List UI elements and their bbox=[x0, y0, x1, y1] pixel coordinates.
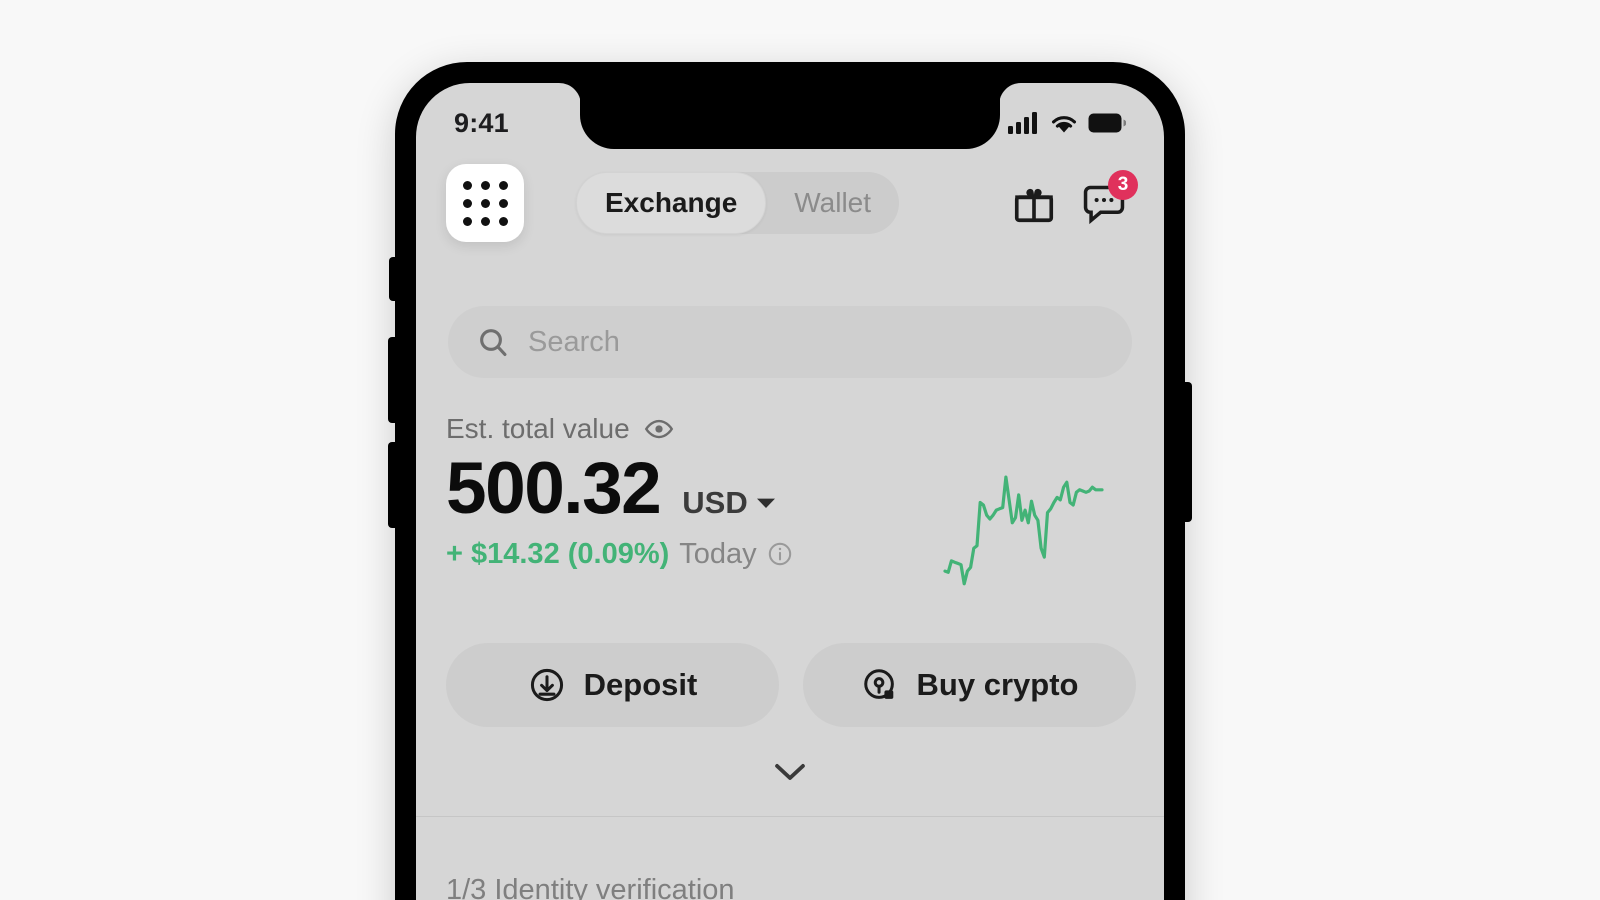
volume-down-button[interactable] bbox=[388, 442, 397, 528]
est-total-label: Est. total value bbox=[446, 413, 630, 444]
segmented-control[interactable]: Exchange Wallet bbox=[576, 172, 900, 234]
apps-grid-button[interactable] bbox=[446, 164, 524, 242]
est-total-row: Est. total value bbox=[446, 413, 1136, 445]
ribbon-bow-graphic bbox=[970, 870, 1160, 900]
messages-button[interactable]: 3 bbox=[1080, 170, 1138, 227]
quick-actions: Deposit Buy crypto bbox=[446, 643, 1136, 727]
volume-up-button[interactable] bbox=[388, 337, 397, 423]
info-circle-icon bbox=[768, 542, 791, 566]
buy-crypto-label: Buy crypto bbox=[916, 667, 1079, 702]
portfolio-sparkline-chart bbox=[941, 468, 1106, 603]
currency-selector[interactable]: USD bbox=[682, 485, 775, 521]
chevron-down-icon bbox=[775, 764, 805, 780]
notch-ear-right bbox=[999, 83, 1021, 105]
change-period: Today bbox=[679, 537, 757, 570]
battery-icon bbox=[1088, 113, 1126, 133]
expand-toggle[interactable] bbox=[416, 761, 1164, 783]
deposit-button[interactable]: Deposit bbox=[446, 643, 779, 727]
search-icon bbox=[480, 329, 507, 357]
total-value: 500.32 bbox=[446, 448, 662, 529]
page-canvas: 9:41 Exchange Wallet 3 Search Est. total… bbox=[0, 0, 1600, 900]
caret-down-icon bbox=[756, 498, 775, 508]
gift-icon bbox=[1014, 188, 1054, 223]
search-input[interactable]: Search bbox=[448, 306, 1132, 378]
buy-crypto-button[interactable]: Buy crypto bbox=[803, 643, 1136, 727]
grid-dots-icon bbox=[462, 180, 508, 226]
message-count-badge: 3 bbox=[1108, 170, 1138, 200]
sparkline-path bbox=[943, 475, 1104, 586]
crypto-pin-icon bbox=[863, 669, 894, 699]
download-circle-icon bbox=[530, 668, 563, 702]
verification-label: 1/3 Identity verification bbox=[446, 874, 735, 900]
change-value: + $14.32 (0.09%) bbox=[446, 537, 670, 570]
currency-code: USD bbox=[682, 485, 748, 520]
verification-section[interactable]: 1/3 Identity verification bbox=[416, 816, 1164, 900]
deposit-label: Deposit bbox=[583, 667, 698, 702]
wifi-icon bbox=[1052, 116, 1076, 133]
tab-exchange[interactable]: Exchange bbox=[576, 172, 767, 234]
status-time: 9:41 bbox=[454, 107, 509, 138]
silence-switch[interactable] bbox=[389, 257, 397, 301]
power-button[interactable] bbox=[1183, 382, 1192, 522]
notch-ear-left bbox=[559, 83, 581, 105]
app-header: Exchange Wallet 3 bbox=[416, 149, 1164, 257]
phone-device-frame: 9:41 Exchange Wallet 3 Search Est. total… bbox=[388, 62, 1192, 900]
search-placeholder: Search bbox=[528, 325, 620, 358]
rewards-button[interactable] bbox=[1010, 179, 1058, 227]
phone-screen: 9:41 Exchange Wallet 3 Search Est. total… bbox=[416, 83, 1164, 900]
cellular-signal-icon bbox=[1008, 112, 1037, 134]
device-notch bbox=[580, 83, 1000, 149]
header-actions: 3 bbox=[1010, 170, 1138, 227]
status-icons bbox=[1008, 112, 1126, 134]
tab-wallet[interactable]: Wallet bbox=[766, 172, 899, 234]
eye-icon bbox=[644, 419, 673, 439]
